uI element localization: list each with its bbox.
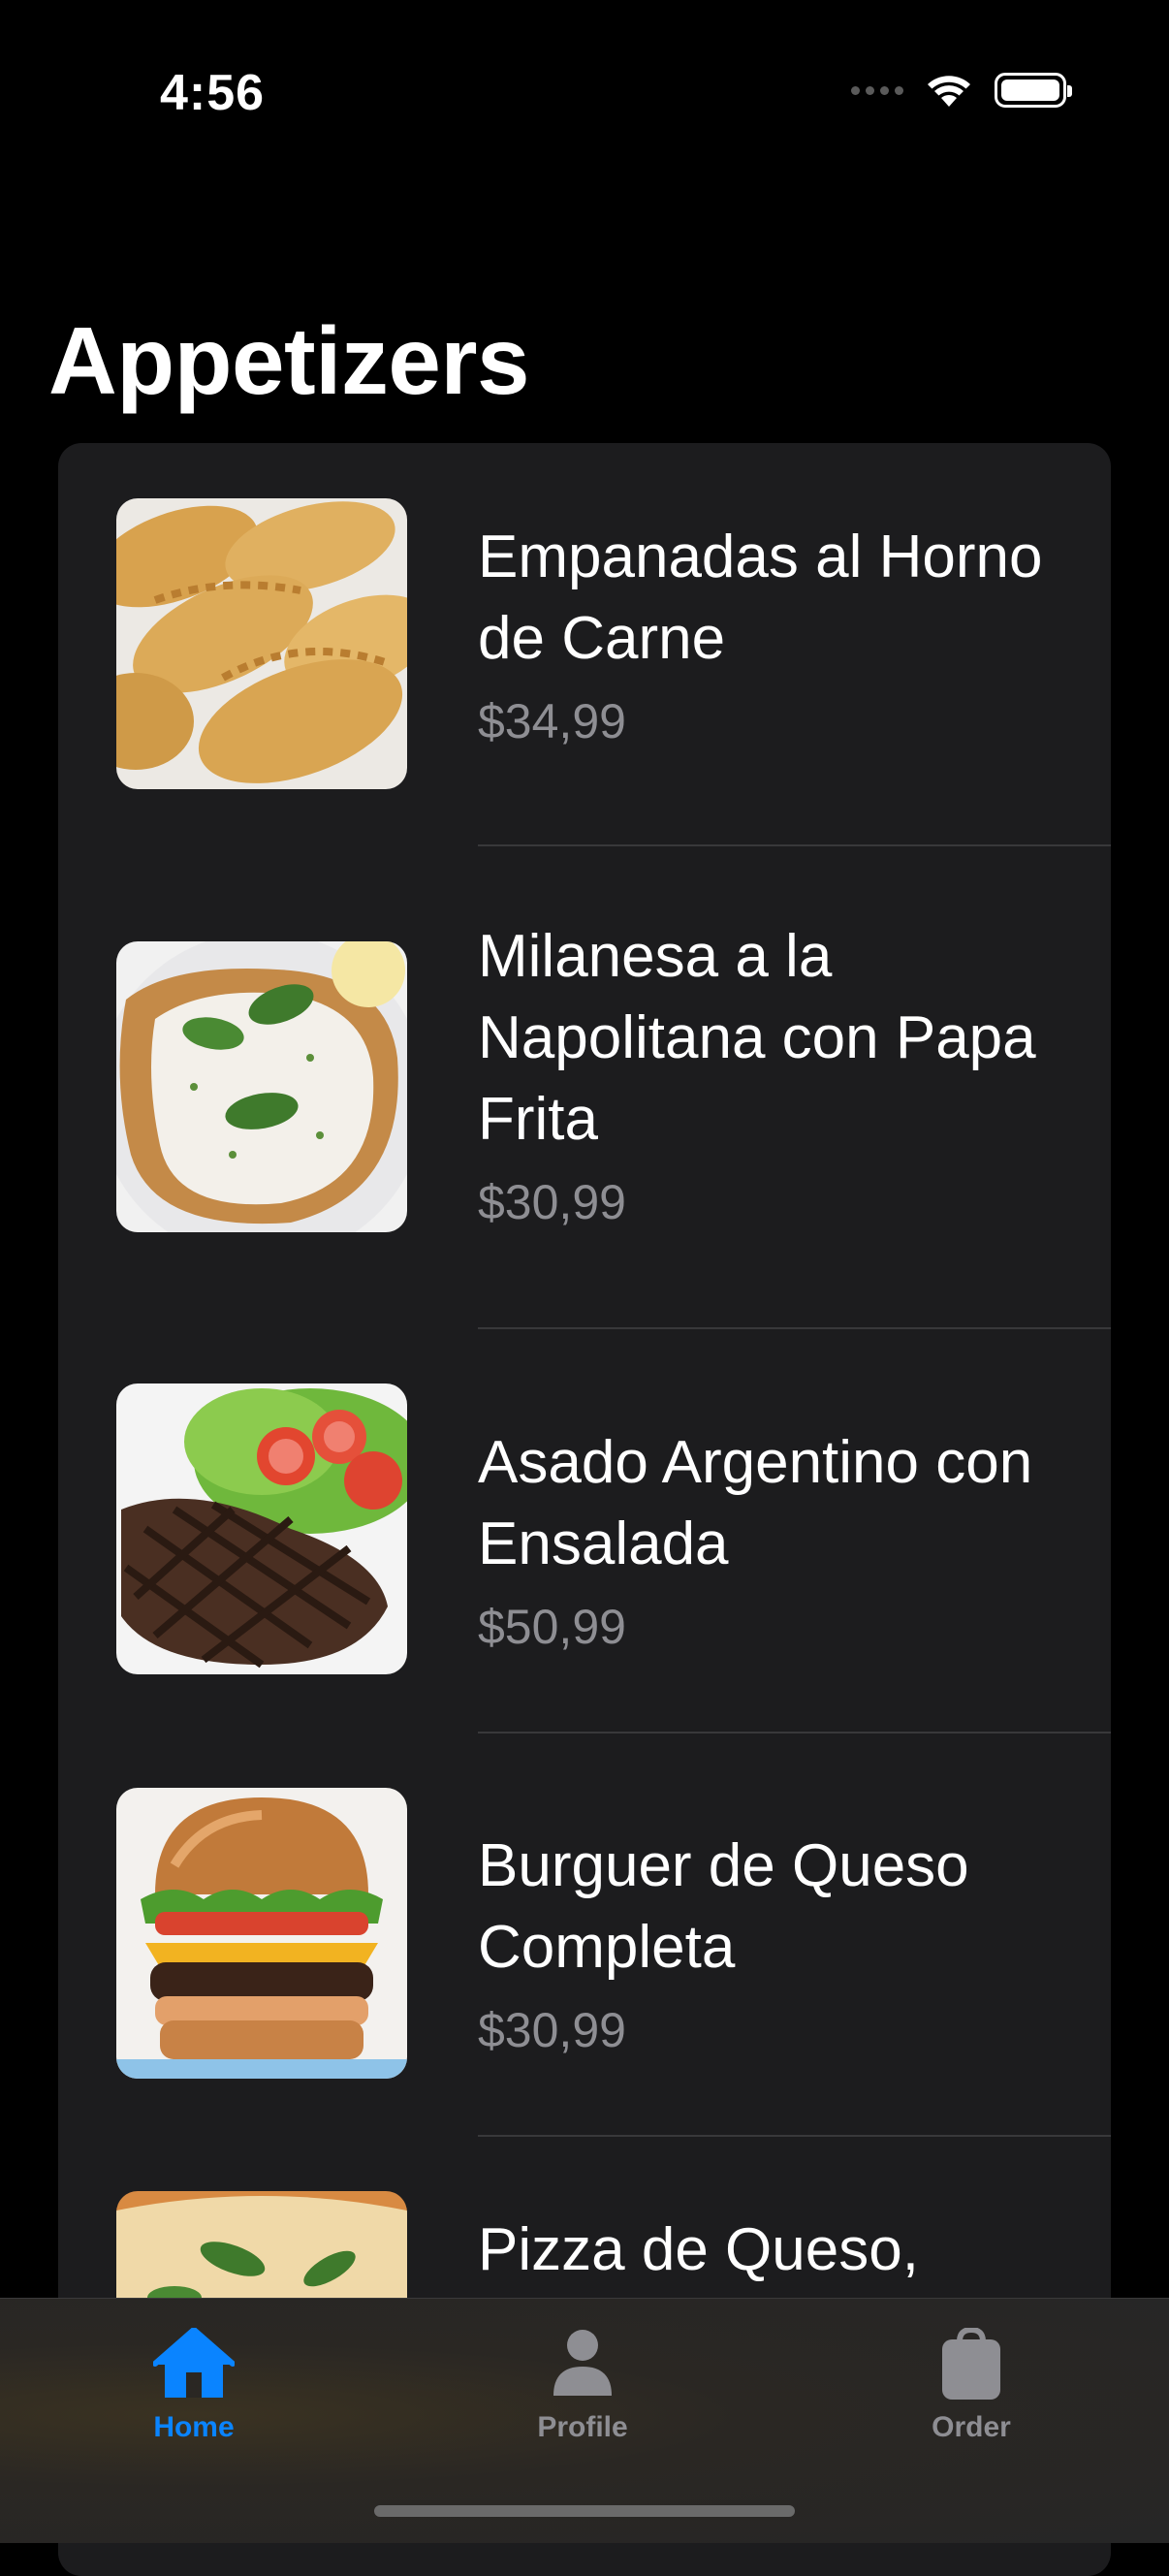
item-text: Burguer de Queso Completa $30,99 xyxy=(478,1826,1059,2058)
home-indicator[interactable] xyxy=(374,2505,795,2517)
item-price: $50,99 xyxy=(478,1600,626,1654)
item-price: $34,99 xyxy=(478,694,626,748)
item-text: Milanesa a la Napolitana con Papa Frita … xyxy=(478,916,1059,1230)
item-name: Empanadas al Horno de Carne xyxy=(478,524,1043,672)
asado-image xyxy=(116,1383,407,1674)
list-item-burger[interactable]: Burguer de Queso Completa $30,99 xyxy=(58,1733,1111,2137)
tab-home-label: Home xyxy=(153,2411,235,2443)
status-time: 4:56 xyxy=(160,65,266,121)
list-item-milanesa[interactable]: Milanesa a la Napolitana con Papa Frita … xyxy=(58,846,1111,1329)
cellular-dots-icon xyxy=(851,85,903,95)
item-name: Pizza de Queso, xyxy=(478,2216,919,2283)
item-name: Milanesa a la Napolitana con Papa Frita xyxy=(478,923,1036,1153)
item-price: $30,99 xyxy=(478,1175,626,1229)
status-bar: 4:56 xyxy=(0,0,1169,194)
wifi-icon xyxy=(928,76,970,107)
item-name: Burguer de Queso Completa xyxy=(478,1832,969,1981)
empanadas-image xyxy=(116,498,407,789)
list-item-asado[interactable]: Asado Argentino con Ensalada $50,99 xyxy=(58,1329,1111,1733)
tab-profile-label: Profile xyxy=(537,2411,628,2443)
tab-order-label: Order xyxy=(932,2411,1011,2443)
item-name: Asado Argentino con Ensalada xyxy=(478,1429,1033,1577)
status-icons xyxy=(851,72,1072,109)
list-item-empanadas[interactable]: Empanadas al Horno de Carne $34,99 xyxy=(58,443,1111,846)
item-text: Asado Argentino con Ensalada $50,99 xyxy=(478,1422,1059,1655)
tab-home[interactable]: Home xyxy=(97,2328,291,2444)
battery-icon xyxy=(995,73,1072,108)
person-icon xyxy=(553,2330,612,2396)
bag-icon xyxy=(942,2328,1000,2400)
menu-list: Empanadas al Horno de Carne $34,99 Milan… xyxy=(58,443,1111,2576)
item-text: Pizza de Queso, xyxy=(478,2210,1059,2305)
house-icon xyxy=(153,2328,235,2398)
page-title: Appetizers xyxy=(48,307,530,414)
tab-order[interactable]: Order xyxy=(874,2328,1068,2444)
tab-profile[interactable]: Profile xyxy=(486,2328,679,2444)
milanesa-image xyxy=(116,941,407,1232)
item-text: Empanadas al Horno de Carne $34,99 xyxy=(478,517,1059,749)
item-price: $30,99 xyxy=(478,2003,626,2057)
burger-image xyxy=(116,1788,407,2079)
